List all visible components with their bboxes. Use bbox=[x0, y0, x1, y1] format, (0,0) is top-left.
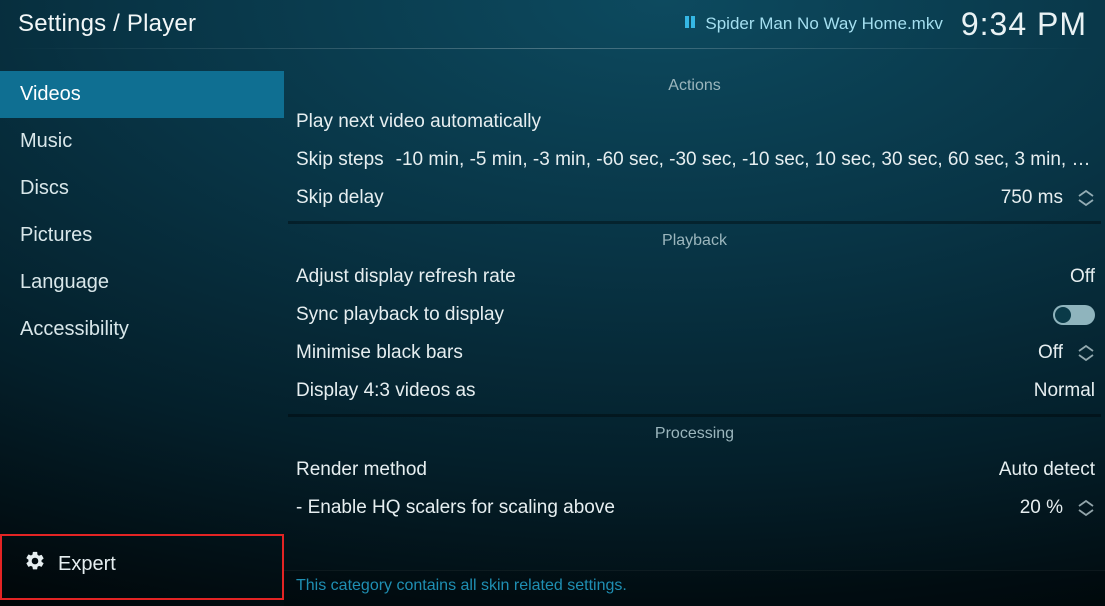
spinner-arrows-icon[interactable] bbox=[1077, 499, 1095, 517]
setting-value: 20 % bbox=[1020, 497, 1063, 519]
setting-row[interactable]: Render method Auto detect bbox=[284, 451, 1105, 489]
setting-row[interactable]: Sync playback to display bbox=[284, 296, 1105, 334]
sidebar-category-language[interactable]: Language bbox=[0, 259, 284, 306]
sidebar-category-pictures[interactable]: Pictures bbox=[0, 212, 284, 259]
setting-label: Minimise black bars bbox=[296, 342, 463, 364]
gear-icon bbox=[24, 550, 46, 578]
setting-row[interactable]: Skip delay 750 ms bbox=[284, 179, 1105, 217]
setting-label: Sync playback to display bbox=[296, 304, 504, 326]
clock: 9:34 PM bbox=[961, 6, 1087, 43]
category-description: This category contains all skin related … bbox=[284, 570, 1105, 606]
setting-label: Display 4:3 videos as bbox=[296, 380, 476, 402]
now-playing-title: Spider Man No Way Home.mkv bbox=[705, 14, 942, 34]
toggle[interactable] bbox=[1053, 305, 1095, 325]
setting-value: -10 min, -5 min, -3 min, -60 sec, -30 se… bbox=[396, 149, 1093, 171]
setting-value: Normal bbox=[1034, 380, 1095, 402]
section-header: Actions bbox=[284, 77, 1105, 95]
setting-label: - Enable HQ scalers for scaling above bbox=[296, 497, 615, 519]
group-divider bbox=[288, 221, 1101, 224]
setting-row[interactable]: Adjust display refresh rate Off bbox=[284, 258, 1105, 296]
setting-row[interactable]: - Enable HQ scalers for scaling above 20 … bbox=[284, 489, 1105, 527]
setting-row[interactable]: Minimise black bars Off bbox=[284, 334, 1105, 372]
settings-level-label: Expert bbox=[58, 553, 116, 576]
sidebar-category-accessibility[interactable]: Accessibility bbox=[0, 306, 284, 353]
section-header: Playback bbox=[284, 232, 1105, 250]
setting-value: 750 ms bbox=[1001, 187, 1063, 209]
pause-icon bbox=[683, 14, 697, 34]
sidebar-category-videos[interactable]: Videos bbox=[0, 71, 284, 118]
setting-value: Off bbox=[1038, 342, 1063, 364]
group-divider bbox=[288, 414, 1101, 417]
sidebar-category-discs[interactable]: Discs bbox=[0, 165, 284, 212]
setting-label: Skip steps bbox=[296, 149, 384, 171]
breadcrumb: Settings / Player bbox=[18, 10, 196, 38]
sidebar-category-music[interactable]: Music bbox=[0, 118, 284, 165]
setting-row[interactable]: Display 4:3 videos as Normal bbox=[284, 372, 1105, 410]
setting-row[interactable]: Skip steps -10 min, -5 min, -3 min, -60 s… bbox=[284, 141, 1105, 179]
setting-value: Auto detect bbox=[999, 459, 1095, 481]
setting-label: Play next video automatically bbox=[296, 111, 541, 133]
spinner-arrows-icon[interactable] bbox=[1077, 189, 1095, 207]
now-playing[interactable]: Spider Man No Way Home.mkv bbox=[683, 14, 942, 34]
setting-label: Render method bbox=[296, 459, 427, 481]
setting-label: Adjust display refresh rate bbox=[296, 266, 516, 288]
section-header: Processing bbox=[284, 425, 1105, 443]
settings-level-button[interactable]: Expert bbox=[12, 540, 160, 588]
setting-label: Skip delay bbox=[296, 187, 384, 209]
spinner-arrows-icon[interactable] bbox=[1077, 344, 1095, 362]
setting-row[interactable]: Play next video automatically bbox=[284, 103, 1105, 141]
setting-value: Off bbox=[1070, 266, 1095, 288]
